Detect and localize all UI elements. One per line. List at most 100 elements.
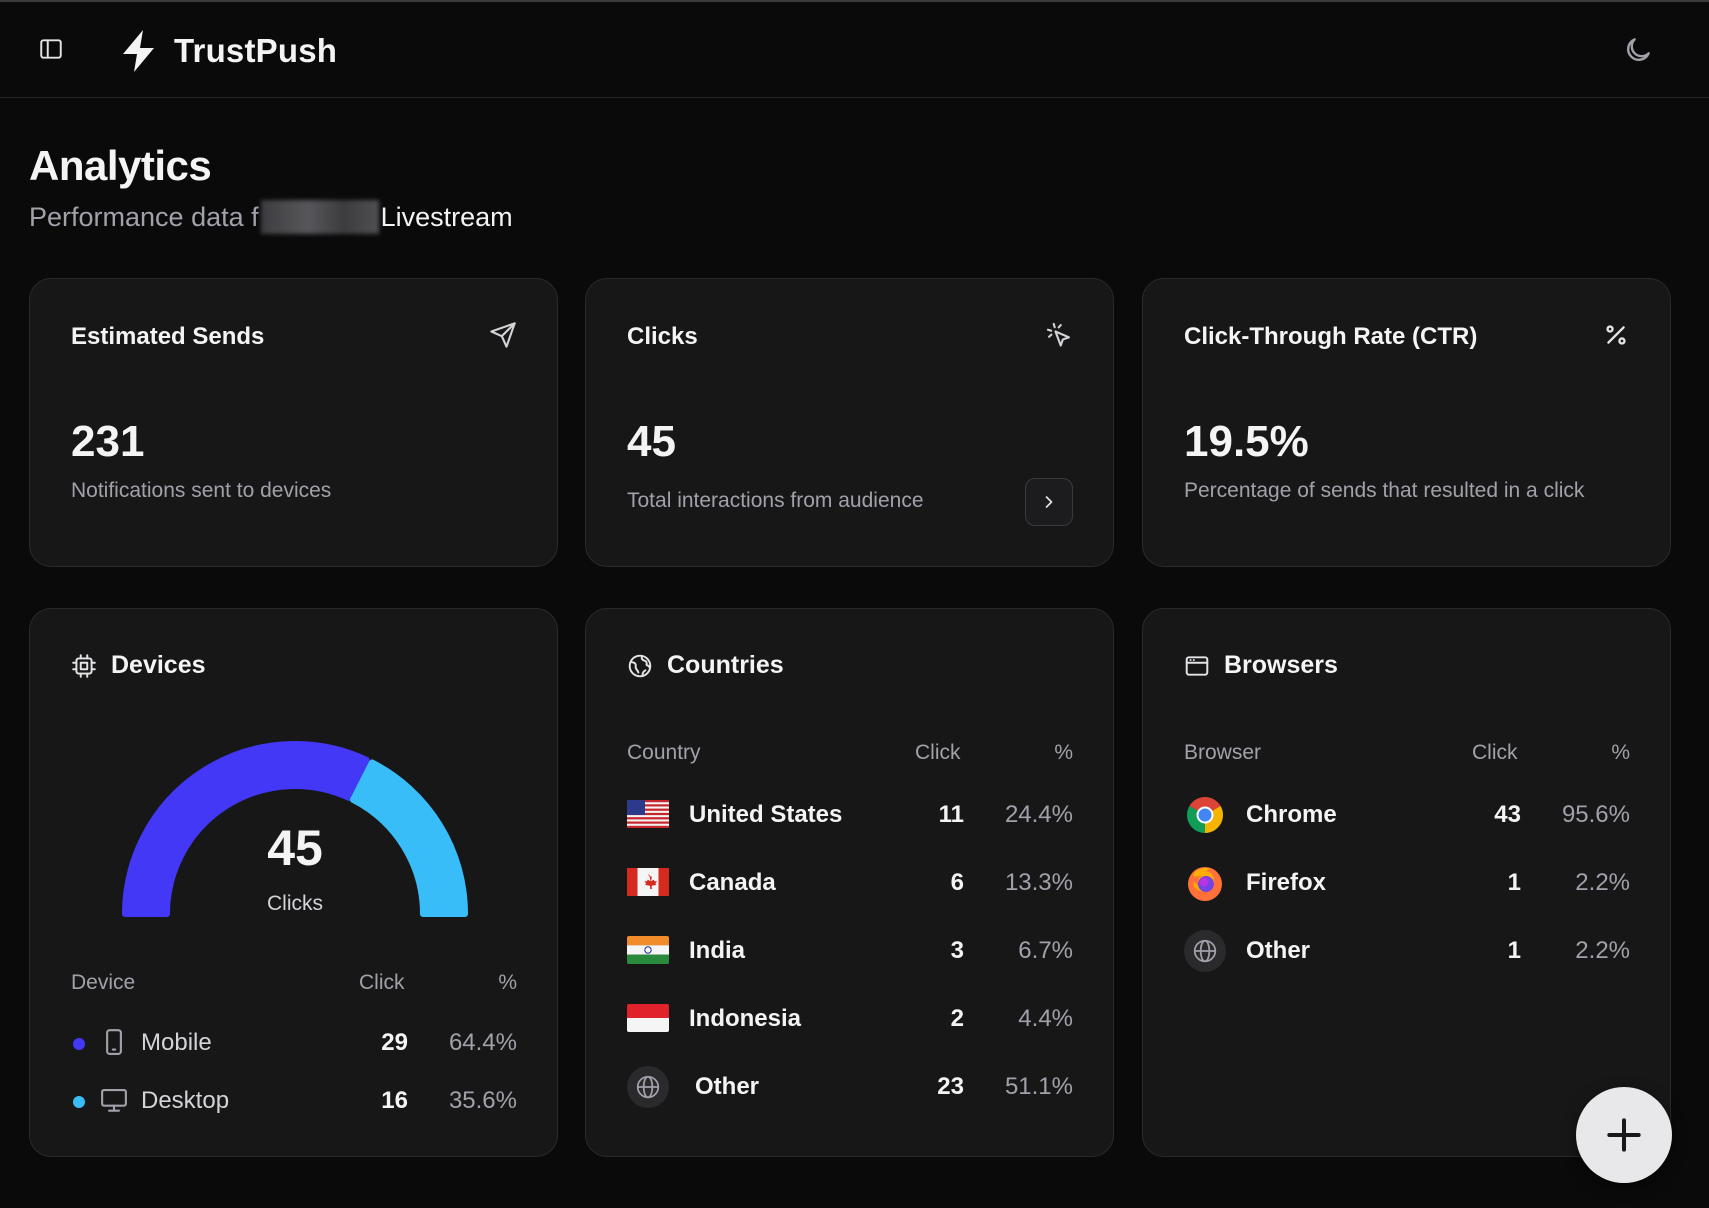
india-flag-icon: [627, 936, 669, 964]
stat-value: 45: [627, 417, 676, 466]
monitor-icon: [101, 1088, 127, 1112]
country-label: Indonesia: [689, 1005, 802, 1032]
browser-clicks: 43: [1494, 801, 1521, 828]
series-dot: [73, 1038, 85, 1050]
section-title: Devices: [111, 651, 206, 679]
pointer-click-icon: [1043, 319, 1075, 351]
device-label: Mobile: [141, 1029, 212, 1056]
top-bar: TrustPush: [0, 2, 1709, 98]
globe-icon: [1184, 930, 1226, 972]
chevron-right-icon: [1045, 496, 1053, 508]
browser-window-icon: [1185, 655, 1209, 676]
devices-card: Devices 45 Clicks Device Click % Mobile …: [29, 608, 558, 1157]
device-label: Desktop: [141, 1087, 230, 1114]
country-label: India: [689, 937, 746, 964]
smartphone-icon: [106, 1029, 122, 1055]
country-clicks: 23: [937, 1073, 964, 1100]
device-percent: 64.4%: [448, 1029, 517, 1056]
country-row-united-states[interactable]: United States 11 24.4%: [627, 793, 1073, 837]
sidebar-panel-icon: [40, 39, 62, 59]
cpu-chip-icon: [72, 653, 96, 678]
device-percent: 35.6%: [448, 1087, 517, 1114]
device-row-mobile[interactable]: Mobile 29 64.4%: [71, 1021, 517, 1065]
clicks-card: Clicks 45 Total interactions from audien…: [585, 278, 1114, 567]
plus-icon: [1607, 1118, 1641, 1152]
country-clicks: 3: [950, 937, 964, 964]
gauge-label: Clicks: [267, 892, 323, 915]
section-title: Browsers: [1224, 651, 1338, 679]
send-icon: [487, 319, 519, 351]
device-row-desktop[interactable]: Desktop 16 35.6%: [71, 1079, 517, 1123]
browser-percent: 2.2%: [1575, 937, 1630, 964]
stat-description: Total interactions from audience: [627, 489, 924, 512]
view-clicks-button[interactable]: [1025, 478, 1073, 526]
browser-label: Firefox: [1246, 869, 1327, 896]
sidebar-toggle-button[interactable]: [36, 34, 66, 64]
app-logo[interactable]: TrustPush: [116, 26, 337, 76]
card-title: Estimated Sends: [71, 323, 265, 350]
redacted-text: [260, 200, 379, 234]
stat-description: Percentage of sends that resulted in a c…: [1184, 479, 1585, 502]
canada-flag-icon: [627, 868, 669, 896]
country-percent: 4.4%: [1018, 1005, 1073, 1032]
column-header: Click: [359, 971, 405, 994]
moon-icon: [1627, 38, 1650, 61]
globe-icon: [627, 1066, 669, 1108]
country-row-other[interactable]: Other 23 51.1%: [627, 1065, 1073, 1109]
devices-table: Device Click % Mobile 29 64.4% Desktop 1…: [71, 967, 517, 1127]
theme-toggle-button[interactable]: [1620, 32, 1656, 68]
subtitle-suffix: Livestream: [380, 202, 513, 232]
gauge-value: 45: [267, 820, 323, 876]
devices-header: Devices: [71, 651, 206, 680]
browser-label: Other: [1246, 937, 1311, 964]
stat-description: Notifications sent to devices: [71, 479, 332, 502]
chrome-icon: [1184, 794, 1226, 836]
ctr-card: Click-Through Rate (CTR) 19.5% Percentag…: [1142, 278, 1671, 567]
subtitle-prefix: Performance data f: [29, 202, 259, 232]
column-header: %: [1054, 741, 1073, 764]
countries-card: Countries Country Click % United States …: [585, 608, 1114, 1157]
stat-value: 19.5%: [1184, 417, 1309, 466]
earth-icon: [628, 654, 652, 677]
country-clicks: 11: [938, 801, 964, 828]
browser-row-other[interactable]: Other 1 2.2%: [1184, 929, 1630, 973]
firefox-icon: [1184, 862, 1226, 904]
country-label: United States: [689, 801, 843, 828]
countries-table: Country Click % United States 11 24.4% C…: [627, 737, 1073, 1127]
country-row-indonesia[interactable]: Indonesia 2 4.4%: [627, 997, 1073, 1041]
app-name: TrustPush: [174, 32, 338, 69]
country-percent: 6.7%: [1018, 937, 1073, 964]
country-percent: 24.4%: [1004, 801, 1073, 828]
country-percent: 51.1%: [1004, 1073, 1073, 1100]
device-clicks: 16: [381, 1087, 408, 1114]
browser-clicks: 1: [1507, 869, 1521, 896]
browser-clicks: 1: [1507, 937, 1521, 964]
browser-row-firefox[interactable]: Firefox 1 2.2%: [1184, 861, 1630, 905]
column-header: Click: [915, 741, 961, 764]
country-label: Other: [695, 1073, 760, 1100]
browser-row-chrome[interactable]: Chrome 43 95.6%: [1184, 793, 1630, 837]
percent-icon: [1600, 319, 1632, 351]
column-header: %: [1611, 741, 1630, 764]
column-header: %: [498, 971, 517, 994]
country-row-canada[interactable]: Canada 6 13.3%: [627, 861, 1073, 905]
us-flag-icon: [627, 800, 669, 828]
browser-label: Chrome: [1246, 801, 1337, 828]
card-title: Clicks: [627, 323, 698, 350]
country-percent: 13.3%: [1004, 869, 1073, 896]
country-clicks: 2: [950, 1005, 964, 1032]
indonesia-flag-icon: [627, 1004, 669, 1032]
series-dot: [73, 1096, 85, 1108]
add-button[interactable]: [1576, 1087, 1672, 1183]
device-clicks: 29: [381, 1029, 408, 1056]
lightning-bolt-icon: [123, 30, 154, 72]
stat-value: 231: [71, 417, 145, 466]
page-subtitle: Performance data f Livestream: [29, 200, 513, 234]
column-header: Browser: [1184, 741, 1262, 764]
country-row-india[interactable]: India 3 6.7%: [627, 929, 1073, 973]
card-title: Click-Through Rate (CTR): [1184, 323, 1478, 350]
browsers-header: Browsers: [1184, 651, 1338, 680]
country-label: Canada: [689, 869, 776, 896]
browser-percent: 95.6%: [1561, 801, 1630, 828]
column-header: Country: [627, 741, 701, 764]
